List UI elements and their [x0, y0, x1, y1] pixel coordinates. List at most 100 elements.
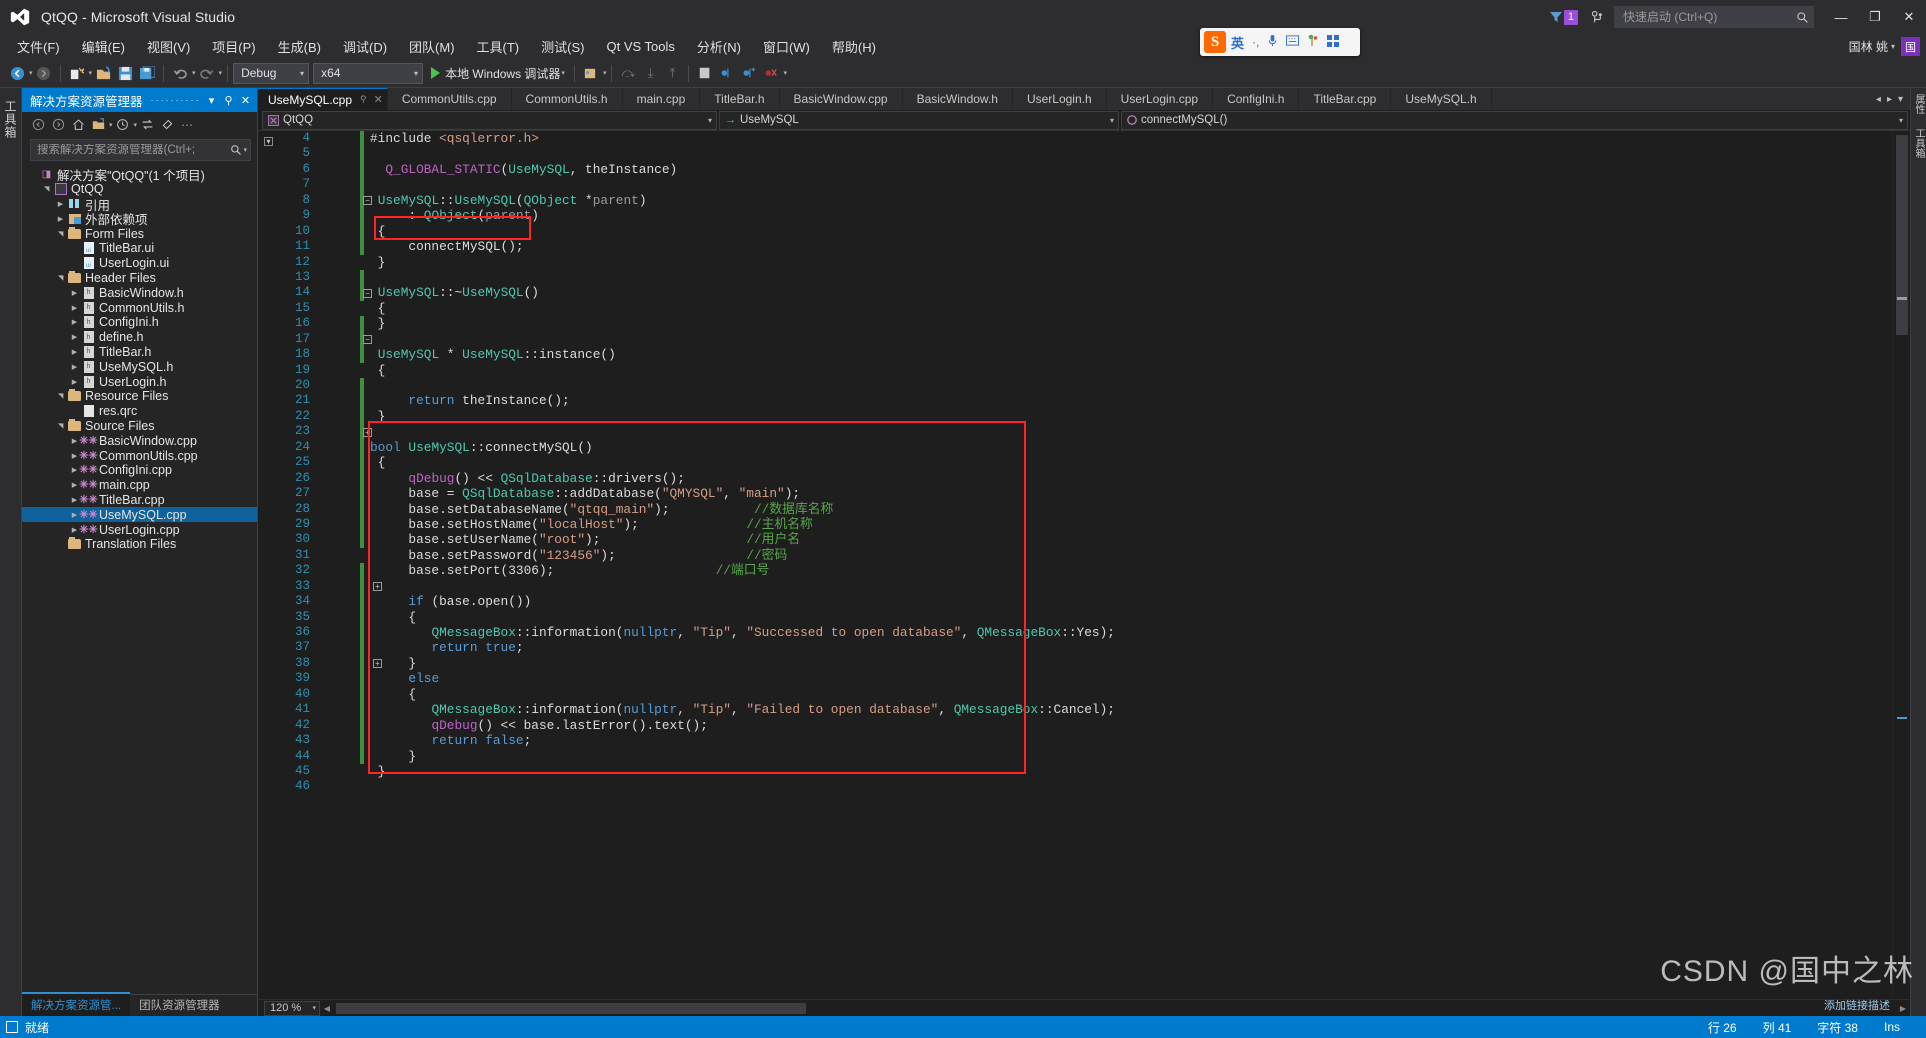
menu-team[interactable]: 团队(M) [398, 35, 466, 58]
code-line[interactable]: UseMySQL * UseMySQL::instance() [370, 347, 1892, 362]
code-line[interactable] [370, 270, 1892, 285]
code-editor[interactable]: ▾ 4 5 6 7 8 9 10 11 12 13 14 15 16 17 18 19 20 21 22 23 24 25… [258, 131, 1910, 999]
menu-debug[interactable]: 调试(D) [332, 35, 398, 58]
tree-item-main-cpp[interactable]: ▶ ✳✳ main.cpp [22, 478, 257, 493]
redo-icon[interactable] [196, 61, 218, 85]
fold-box-line18[interactable]: − [363, 335, 372, 344]
send-feedback-icon[interactable] [1586, 6, 1608, 28]
code-line[interactable]: return true; [370, 640, 1892, 655]
editor-tab-usemysql-h[interactable]: UseMySQL.h [1391, 88, 1492, 110]
chevron-right-icon[interactable]: ▶ [68, 378, 81, 386]
solution-search-box[interactable]: ▾ [30, 139, 251, 161]
code-line[interactable]: : QObject(parent) [370, 208, 1892, 223]
close-icon[interactable]: ✕ [237, 94, 254, 107]
home-icon[interactable] [68, 115, 88, 135]
menu-test[interactable]: 测试(S) [530, 35, 595, 58]
fold-box-line14[interactable]: − [363, 289, 372, 298]
code-line[interactable] [370, 424, 1892, 439]
code-line[interactable]: { [370, 224, 1892, 239]
new-project-icon[interactable] [66, 61, 88, 85]
pin-icon[interactable]: ⚲ [220, 94, 237, 107]
fold-box-line8[interactable]: − [363, 196, 372, 205]
scrollbar-thumb[interactable] [1896, 135, 1908, 335]
code-line[interactable]: } [370, 255, 1892, 270]
code-line[interactable]: #include <qsqlerror.h> [370, 131, 1892, 146]
breakpoint-icon[interactable] [716, 61, 738, 85]
code-line[interactable] [370, 177, 1892, 192]
editor-tab-basicwindow-cpp[interactable]: BasicWindow.cpp [779, 88, 903, 110]
tree-item-qtqq-1[interactable]: ◨ 解决方案"QtQQ"(1 个项目) [22, 167, 257, 183]
tree-item-translation-files[interactable]: Translation Files [22, 537, 257, 552]
code-text-area[interactable]: #include <qsqlerror.h> Q_GLOBAL_STATIC(U… [316, 131, 1892, 999]
chevron-down-icon[interactable]: ▾ [1899, 116, 1903, 125]
tree-item-userlogin-cpp[interactable]: ▶ ✳✳ UserLogin.cpp [22, 522, 257, 537]
tree-item-resource-files[interactable]: ◢ Resource Files [22, 389, 257, 404]
tree-item-form-files[interactable]: ◢ Form Files [22, 226, 257, 241]
code-line[interactable] [370, 378, 1892, 393]
tab-solution-explorer[interactable]: 解决方案资源管... [22, 992, 131, 1016]
tab-team-explorer[interactable]: 团队资源管理器 [130, 992, 229, 1016]
code-line[interactable]: UseMySQL::UseMySQL(QObject *parent) [370, 193, 1892, 208]
code-line[interactable]: { [370, 687, 1892, 702]
chevron-down-icon[interactable]: ◢ [43, 183, 51, 196]
code-line[interactable]: qDebug() << base.lastError().text(); [370, 718, 1892, 733]
menu-tools[interactable]: 工具(T) [466, 35, 531, 58]
code-line[interactable]: } [370, 409, 1892, 424]
overflow-icon[interactable]: ⋯ [177, 115, 197, 135]
code-line[interactable]: if (base.open()) [370, 594, 1892, 609]
tree-item-configini-cpp[interactable]: ▶ ✳✳ ConfigIni.cpp [22, 463, 257, 478]
chevron-down-icon[interactable]: ▾ [219, 69, 223, 77]
attach-to-process-icon[interactable] [580, 61, 602, 85]
chevron-right-icon[interactable]: ▶ [68, 304, 81, 312]
code-line[interactable]: base.setDatabaseName("qtqq_main"); //数据库… [370, 502, 1892, 517]
step-into-icon[interactable]: ⤓ [639, 61, 661, 85]
feedback-filter-icon[interactable]: 1 [1549, 9, 1578, 25]
quick-launch-box[interactable] [1614, 6, 1814, 28]
toolbox-strip-label[interactable]: 工具箱 [1911, 128, 1926, 158]
editor-tab-commonutils-cpp[interactable]: CommonUtils.cpp [387, 88, 512, 110]
code-line[interactable]: base.setHostName("localHost"); //主机名称 [370, 517, 1892, 532]
chevron-down-icon[interactable]: ◢ [57, 419, 65, 432]
menu-file[interactable]: 文件(F) [6, 35, 71, 58]
vertical-scrollbar[interactable] [1892, 131, 1910, 999]
editor-tab-commonutils-h[interactable]: CommonUtils.h [511, 88, 623, 110]
nav-class-dropdown[interactable]: → UseMySQL ▾ [719, 110, 1119, 130]
solution-tree[interactable]: ◨ 解决方案"QtQQ"(1 个项目) ◢ QtQQ ▶ 引用 ▶ 外部依赖项 ◢ Form Fi… [22, 165, 257, 994]
drag-handle[interactable]: ·········· [151, 95, 203, 105]
fold-toggle-top[interactable]: ▾ [264, 137, 273, 146]
tree-item-titlebar-cpp[interactable]: ▶ ✳✳ TitleBar.cpp [22, 493, 257, 508]
code-line[interactable] [370, 779, 1892, 794]
code-line[interactable] [370, 579, 1892, 594]
tree-item-userlogin-h[interactable]: ▶ h UserLogin.h [22, 374, 257, 389]
nav-member-dropdown[interactable]: connectMySQL() ▾ [1121, 110, 1908, 130]
forward-icon[interactable] [48, 115, 68, 135]
chevron-right-icon[interactable]: ▶ [54, 200, 67, 208]
chevron-down-icon[interactable]: ▾ [1110, 116, 1114, 125]
quick-launch-input[interactable] [1623, 10, 1796, 24]
chevron-down-icon[interactable]: ▾ [300, 69, 304, 78]
delete-all-breakpoints-icon[interactable] [760, 61, 782, 85]
avatar[interactable]: 国 [1901, 37, 1920, 56]
chevron-down-icon[interactable]: ▾ [203, 94, 220, 107]
step-out-icon[interactable]: ⤒ [661, 61, 683, 85]
chevron-right-icon[interactable]: ▶ [54, 215, 67, 223]
zoom-level-box[interactable]: 120 % ▾ [264, 1000, 320, 1016]
solution-platform-combo[interactable]: x64 ▾ [313, 62, 424, 84]
code-line[interactable]: { [370, 301, 1892, 316]
tree-item-titlebar-h[interactable]: ▶ h TitleBar.h [22, 345, 257, 360]
microphone-icon[interactable] [1267, 34, 1278, 50]
chevron-down-icon[interactable]: ◢ [57, 271, 65, 284]
code-line[interactable]: } [370, 764, 1892, 779]
undo-icon[interactable] [169, 61, 191, 85]
code-line[interactable]: else [370, 671, 1892, 686]
tree-item-qtqq[interactable]: ◢ QtQQ [22, 182, 257, 197]
chevron-down-icon[interactable]: ▾ [708, 116, 712, 125]
tree-item-commonutils-h[interactable]: ▶ h CommonUtils.h [22, 300, 257, 315]
navigate-backward-icon[interactable] [6, 61, 28, 85]
ime-apps-icon[interactable] [1327, 34, 1340, 50]
editor-tab-userlogin-h[interactable]: UserLogin.h [1012, 88, 1107, 110]
editor-tab-main-cpp[interactable]: main.cpp [622, 88, 701, 110]
editor-tab-basicwindow-h[interactable]: BasicWindow.h [902, 88, 1013, 110]
chevron-right-icon[interactable]: ▶ [68, 363, 81, 371]
menu-window[interactable]: 窗口(W) [752, 35, 821, 58]
